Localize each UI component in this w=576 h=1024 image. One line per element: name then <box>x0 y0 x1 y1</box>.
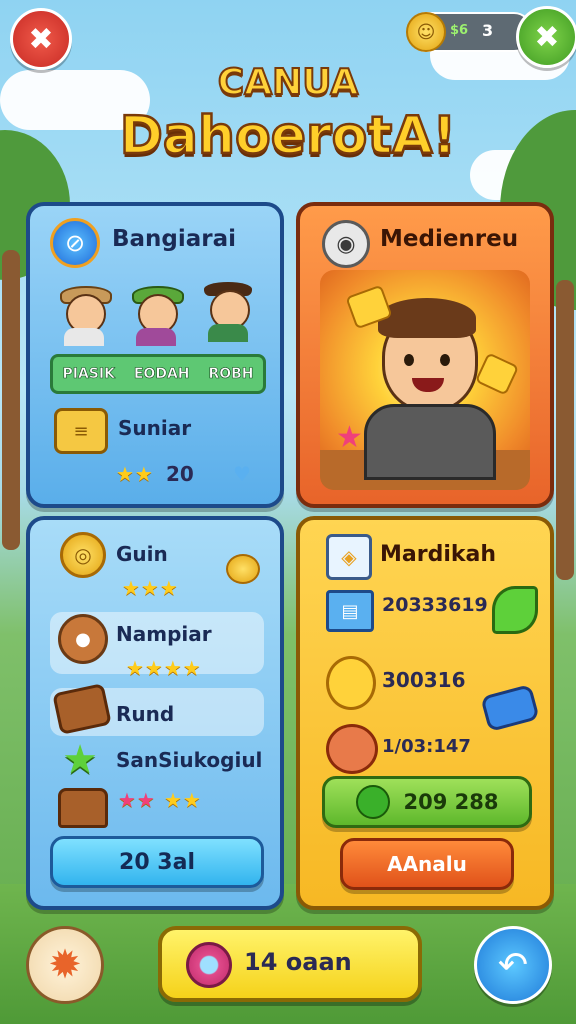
row-label: Suniar <box>118 416 192 440</box>
leaf-icon <box>492 586 538 634</box>
game-screen: ✖ ☺ $6 3 ✖ CANUA DahoerotA! ⊘ Bangiarai … <box>0 0 576 1024</box>
gold-coin-icon: ◎ <box>60 532 106 578</box>
panel-title: Bangiarai <box>112 226 237 252</box>
coin-counter: ☺ $6 3 <box>406 12 532 52</box>
chat-button[interactable]: 209 288 <box>322 776 532 828</box>
coin-icon <box>226 554 260 584</box>
game-title: DahoerotA! <box>119 105 458 168</box>
avatar <box>202 278 254 342</box>
scroll-icon: ≡ <box>54 408 108 454</box>
camera-icon: ◉ <box>322 220 370 268</box>
name-label: ROBH <box>208 366 254 383</box>
sun-creature-button[interactable]: ✹ <box>26 926 104 1004</box>
row-label: Guin <box>116 542 168 566</box>
chest-icon <box>58 788 108 828</box>
panel-bangiarai[interactable]: ⊘ Bangiarai PIASIK EODAH ROBH ≡ Suniar ★… <box>26 202 284 508</box>
close-icon: ✖ <box>28 21 54 57</box>
game-subtitle: CANUA <box>217 61 359 104</box>
chat-icon <box>355 785 390 819</box>
tree-trunk <box>556 280 574 580</box>
panel-title: Medienreu <box>380 226 519 252</box>
character-illustration: ★ <box>320 270 530 490</box>
panel-title: Mardikah <box>380 542 497 567</box>
value-text: 1/03:147 <box>382 736 471 757</box>
value-text: 20333619 <box>382 594 488 616</box>
sun-creature-icon: ✹ <box>48 942 82 988</box>
tree-trunk <box>2 250 20 550</box>
heart-icon: ♥ <box>233 462 251 486</box>
name-label: PIASIK <box>62 366 115 383</box>
back-button[interactable]: ↶ <box>474 926 552 1004</box>
names-bar: PIASIK EODAH ROBH <box>50 354 266 394</box>
confirm-button[interactable]: ✖ <box>516 6 576 68</box>
coin-icon: ☺ <box>406 12 446 52</box>
avatar <box>58 282 112 346</box>
avatar <box>130 282 184 346</box>
value-text: 300316 <box>382 668 466 692</box>
toy-car-icon <box>480 683 540 733</box>
book-icon: ▤ <box>326 590 374 632</box>
bottom-bar-label: 14 oaan <box>244 948 352 976</box>
check-icon: ✖ <box>534 19 560 55</box>
back-arrow-icon: ↶ <box>497 944 529 986</box>
coin-label: $6 <box>450 23 469 38</box>
chat-button-label: 209 288 <box>403 790 499 814</box>
action-button[interactable]: AAnalu <box>340 838 514 890</box>
panel-mardikah[interactable]: ◈ Mardikah ▤ 20333619 300316 1/03:147 20… <box>296 516 554 910</box>
panel-guin[interactable]: ◎ Guin ★★★ ● Nampiar ★★★★ Rund ★ SanSiuk… <box>26 516 284 910</box>
star-rating-pink: ★★ <box>118 788 156 812</box>
cookie-icon: ● <box>58 614 108 664</box>
bottom-status-bar[interactable]: 14 oaan <box>158 926 422 1002</box>
row-label: Rund <box>116 702 175 726</box>
row-label: SanSiukogiul <box>116 748 263 772</box>
value-text: 20 <box>166 462 194 486</box>
name-label: EODAH <box>133 366 190 383</box>
gem-icon <box>186 942 232 988</box>
star-rating: ★★ <box>116 462 154 486</box>
row-label: Nampiar <box>116 622 212 646</box>
map-icon: ◈ <box>326 534 372 580</box>
star-rating: ★★ <box>164 788 202 812</box>
panel-medienreu[interactable]: ◉ Medienreu ★ <box>296 202 554 508</box>
collect-button[interactable]: 20 3al <box>50 836 264 888</box>
star-icon: ★ <box>62 737 98 783</box>
star-rating: ★★★ <box>122 576 179 600</box>
coin-count: 3 <box>482 21 494 40</box>
creature-icon <box>326 724 378 774</box>
globe-icon: ⊘ <box>50 218 100 268</box>
close-button[interactable]: ✖ <box>10 8 72 70</box>
star-rating: ★★★★ <box>126 656 202 680</box>
chick-icon <box>326 656 376 710</box>
